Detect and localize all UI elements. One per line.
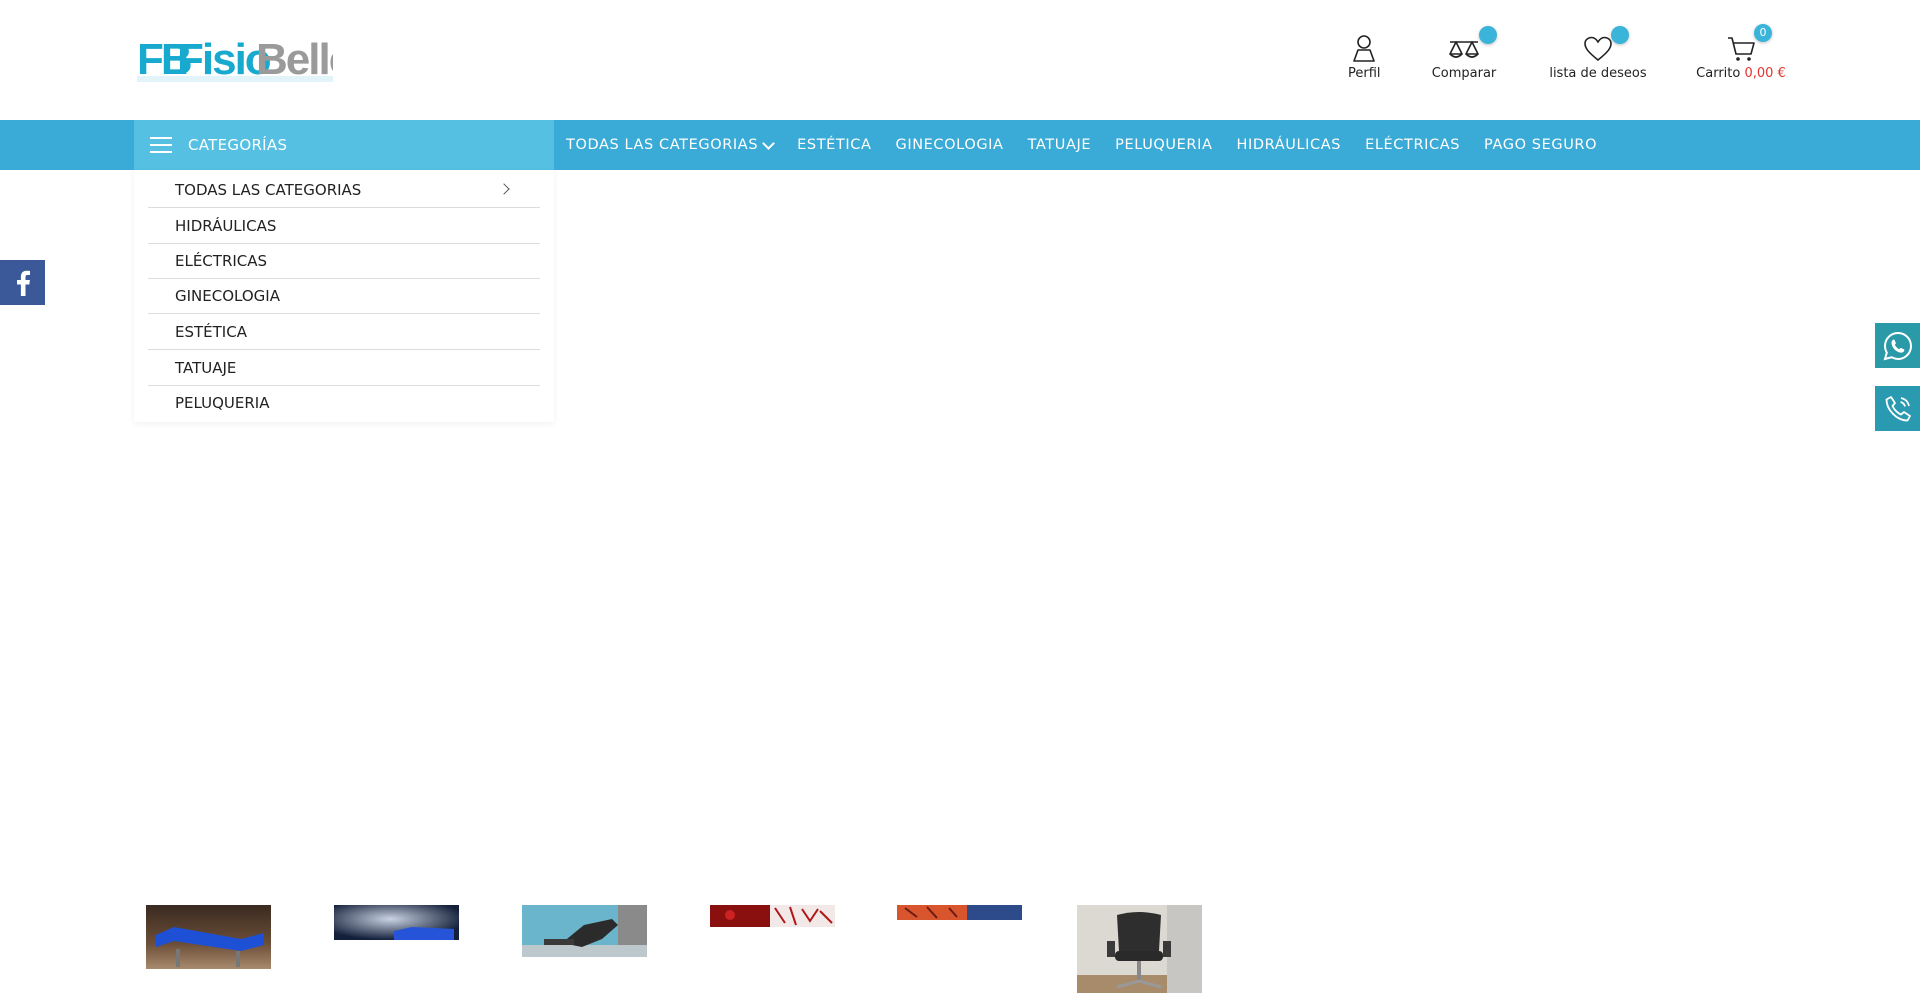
nav-link-label: PAGO SEGURO <box>1484 137 1598 153</box>
profile-label: Perfil <box>1348 66 1381 81</box>
dropdown-item-label: TATUAJE <box>175 358 237 377</box>
nav-link-label: TODAS LAS CATEGORIAS <box>566 137 759 153</box>
dropdown-item-hidraulicas[interactable]: HIDRÁULICAS <box>148 208 540 244</box>
nav-link-label: ELÉCTRICAS <box>1365 137 1461 153</box>
wishlist-link[interactable]: lista de deseos <box>1549 26 1647 81</box>
nav-link-label: PELUQUERIA <box>1115 137 1213 153</box>
thumbnail-black-chair[interactable] <box>522 905 647 957</box>
dropdown-item-label: ESTÉTICA <box>175 322 247 341</box>
cart-count-badge: 0 <box>1754 24 1772 42</box>
compare-label: Comparar <box>1431 66 1497 81</box>
nav-link-peluqueria[interactable]: PELUQUERIA <box>1115 137 1212 153</box>
nav-link-ginecologia[interactable]: GINECOLOGIA <box>896 137 1004 153</box>
compare-link[interactable]: Comparar <box>1431 26 1497 81</box>
dropdown-item-label: GINECOLOGIA <box>175 286 280 305</box>
nav-link-tatuaje[interactable]: TATUAJE <box>1028 137 1092 153</box>
nav-link-pago-seguro[interactable]: PAGO SEGURO <box>1484 137 1597 153</box>
thumbnail-red-blue-tattoo[interactable] <box>897 905 1022 920</box>
whatsapp-icon <box>1883 331 1912 360</box>
thumbnail-salon-chair[interactable] <box>1077 905 1202 993</box>
nav-link-label: ESTÉTICA <box>797 137 872 153</box>
dropdown-item-ginecologia[interactable]: GINECOLOGIA <box>148 278 540 314</box>
hamburger-icon <box>150 137 172 153</box>
nav-links: TODAS LAS CATEGORIAS ESTÉTICA GINECOLOGI… <box>566 120 1621 170</box>
product-thumbnail-strip <box>0 905 1920 993</box>
nav-link-todas-las-categorias[interactable]: TODAS LAS CATEGORIAS <box>566 136 775 153</box>
chevron-right-icon <box>498 183 510 195</box>
cart-price: 0,00 € <box>1744 66 1786 81</box>
whatsapp-button[interactable] <box>1875 323 1920 368</box>
profile-link[interactable]: Perfil <box>1348 32 1381 81</box>
chevron-down-icon <box>762 136 775 150</box>
dropdown-item-estetica[interactable]: ESTÉTICA <box>148 314 540 350</box>
cart-link[interactable]: 0 Carrito 0,00 € <box>1696 24 1786 81</box>
nav-link-label: GINECOLOGIA <box>895 137 1004 153</box>
categories-button-label: CATEGORÍAS <box>188 136 288 154</box>
user-icon <box>1352 32 1376 62</box>
thumbnail-blue-table[interactable] <box>146 905 271 969</box>
heart-icon <box>1549 26 1647 62</box>
dropdown-item-tatuaje[interactable]: TATUAJE <box>148 350 540 386</box>
nav-link-hidraulicas[interactable]: HIDRÁULICAS <box>1236 137 1341 153</box>
phone-button[interactable] <box>1875 386 1920 431</box>
dropdown-item-todas-las-categorias[interactable]: TODAS LAS CATEGORIAS <box>148 172 540 208</box>
categories-dropdown: TODAS LAS CATEGORIAS HIDRÁULICAS ELÉCTRI… <box>134 170 554 422</box>
categories-toggle-button[interactable]: CATEGORÍAS <box>134 120 554 170</box>
nav-link-label: TATUAJE <box>1027 137 1092 153</box>
wishlist-badge <box>1611 26 1629 44</box>
dropdown-item-label: ELÉCTRICAS <box>175 251 268 270</box>
header-actions: Perfil Comparar lista de deseos 0 Carrit… <box>0 24 1920 92</box>
wishlist-label: lista de deseos <box>1549 66 1647 81</box>
dropdown-item-electricas[interactable]: ELÉCTRICAS <box>148 243 540 279</box>
cart-icon: 0 <box>1696 24 1786 62</box>
cart-label: Carrito <box>1696 66 1741 81</box>
main-navbar: CATEGORÍAS TODAS LAS CATEGORIAS ESTÉTICA… <box>0 120 1920 170</box>
dropdown-item-label: PELUQUERIA <box>175 393 270 412</box>
nav-link-estetica[interactable]: ESTÉTICA <box>797 137 871 153</box>
cart-summary: Carrito 0,00 € <box>1696 66 1786 81</box>
compare-badge <box>1479 26 1497 44</box>
phone-icon <box>1885 395 1911 421</box>
nav-link-electricas[interactable]: ELÉCTRICAS <box>1365 137 1460 153</box>
dropdown-item-label: TODAS LAS CATEGORIAS <box>175 180 362 199</box>
facebook-button[interactable] <box>0 260 45 305</box>
site-header: FB Fisio Belle Perfil <box>0 0 1920 120</box>
dropdown-item-label: HIDRÁULICAS <box>175 216 277 235</box>
thumbnail-red-tattoo[interactable] <box>710 905 835 927</box>
facebook-icon <box>16 270 30 296</box>
dropdown-item-peluqueria[interactable]: PELUQUERIA <box>148 385 540 420</box>
nav-link-label: HIDRÁULICAS <box>1236 137 1342 153</box>
thumbnail-blue-table-dark[interactable] <box>334 905 459 940</box>
compare-icon <box>1431 26 1497 62</box>
